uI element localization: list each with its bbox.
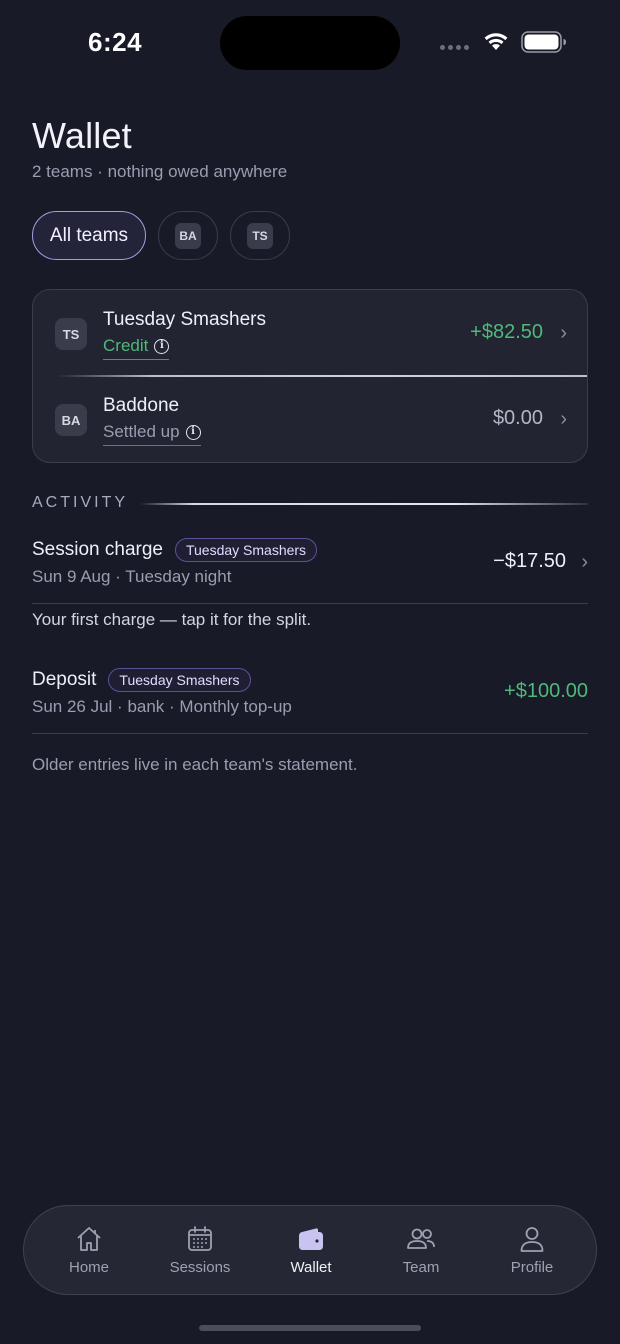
team-avatar: BA bbox=[55, 404, 87, 436]
activity-header: ACTIVITY bbox=[32, 494, 129, 511]
activity-title-row: Session charge Tuesday Smashers bbox=[32, 538, 318, 562]
info-icon: i bbox=[154, 338, 170, 354]
divider bbox=[32, 603, 588, 604]
team-balance: $0.00 bbox=[492, 407, 543, 429]
home-indicator bbox=[199, 1325, 421, 1331]
team-name: Baddone bbox=[103, 395, 180, 416]
team-avatar: BA bbox=[175, 222, 201, 249]
activity-amount: +$100.00 bbox=[504, 680, 588, 702]
team-balance: +$82.50 bbox=[470, 321, 543, 343]
chevron-right-icon: › bbox=[581, 551, 588, 573]
page-title: Wallet bbox=[32, 115, 132, 156]
activity-item-session-charge[interactable]: Session charge Tuesday Smashers Sun 9 Au… bbox=[32, 534, 588, 606]
team-avatar: TS bbox=[55, 318, 87, 350]
team-filter: All teams BA TS bbox=[32, 211, 290, 260]
calendar-icon bbox=[188, 1226, 212, 1251]
status-label: Credit bbox=[103, 336, 149, 355]
tab-label: Sessions bbox=[169, 1259, 231, 1276]
filter-team-ba[interactable]: BA bbox=[158, 211, 218, 260]
info-icon: i bbox=[185, 424, 201, 440]
tab-sessions[interactable]: Sessions bbox=[145, 1206, 255, 1296]
page-subtitle: 2 teams · nothing owed anywhere bbox=[32, 162, 288, 181]
tab-team[interactable]: Team bbox=[366, 1206, 476, 1296]
first-charge-hint: Your first charge — tap it for the split… bbox=[32, 610, 312, 629]
divider bbox=[140, 503, 588, 505]
profile-icon bbox=[520, 1227, 544, 1252]
activity-title-row: Deposit Tuesday Smashers bbox=[32, 668, 251, 692]
team-row-tuesday-smashers[interactable]: TS Tuesday Smashers Credit i +$82.50 › bbox=[33, 290, 587, 376]
home-icon bbox=[77, 1227, 101, 1251]
status-time: 6:24 bbox=[88, 27, 143, 57]
team-avatar: TS bbox=[247, 222, 273, 249]
divider bbox=[32, 733, 588, 734]
activity-amount: −$17.50 bbox=[493, 550, 566, 572]
team-icon bbox=[407, 1228, 435, 1249]
activity-title: Session charge bbox=[32, 539, 163, 560]
activity-item-deposit[interactable]: Deposit Tuesday Smashers Sun 26 Jul · ba… bbox=[32, 664, 588, 736]
team-tag: Tuesday Smashers bbox=[108, 668, 251, 692]
statement-note: Older entries live in each team's statem… bbox=[32, 755, 358, 774]
status-bar: 6:24 bbox=[0, 0, 620, 84]
tab-profile[interactable]: Profile bbox=[477, 1206, 587, 1296]
activity-subtitle: Sun 26 Jul · bank · Monthly top-up bbox=[32, 697, 292, 716]
chevron-right-icon: › bbox=[560, 322, 567, 344]
team-tag: Tuesday Smashers bbox=[174, 538, 318, 562]
tab-home[interactable]: Home bbox=[34, 1206, 144, 1296]
tab-label: Home bbox=[68, 1259, 109, 1276]
tab-label: Profile bbox=[510, 1259, 554, 1276]
settled-status[interactable]: Settled up i bbox=[103, 422, 201, 446]
wallet-icon bbox=[299, 1228, 323, 1250]
tab-bar: Home Sessions Wallet Team Profile bbox=[23, 1205, 597, 1295]
chevron-right-icon: › bbox=[560, 408, 567, 430]
battery-icon bbox=[521, 31, 566, 53]
wifi-icon bbox=[484, 33, 508, 50]
tab-wallet[interactable]: Wallet bbox=[256, 1206, 366, 1296]
team-name: Tuesday Smashers bbox=[103, 309, 266, 330]
tab-label: Wallet bbox=[290, 1259, 332, 1276]
cellular-signal-icon bbox=[440, 45, 469, 50]
team-balances-card: TS Tuesday Smashers Credit i +$82.50 › B… bbox=[32, 289, 588, 463]
credit-status[interactable]: Credit i bbox=[103, 336, 170, 360]
filter-all-teams[interactable]: All teams bbox=[32, 211, 146, 260]
status-label: Settled up bbox=[103, 422, 180, 441]
team-row-baddone[interactable]: BA Baddone Settled up i $0.00 › bbox=[33, 376, 587, 462]
activity-title: Deposit bbox=[32, 669, 97, 690]
tab-label: Team bbox=[402, 1259, 440, 1276]
dynamic-island bbox=[220, 16, 400, 70]
activity-subtitle: Sun 9 Aug · Tuesday night bbox=[32, 567, 232, 586]
filter-team-ts[interactable]: TS bbox=[230, 211, 290, 260]
